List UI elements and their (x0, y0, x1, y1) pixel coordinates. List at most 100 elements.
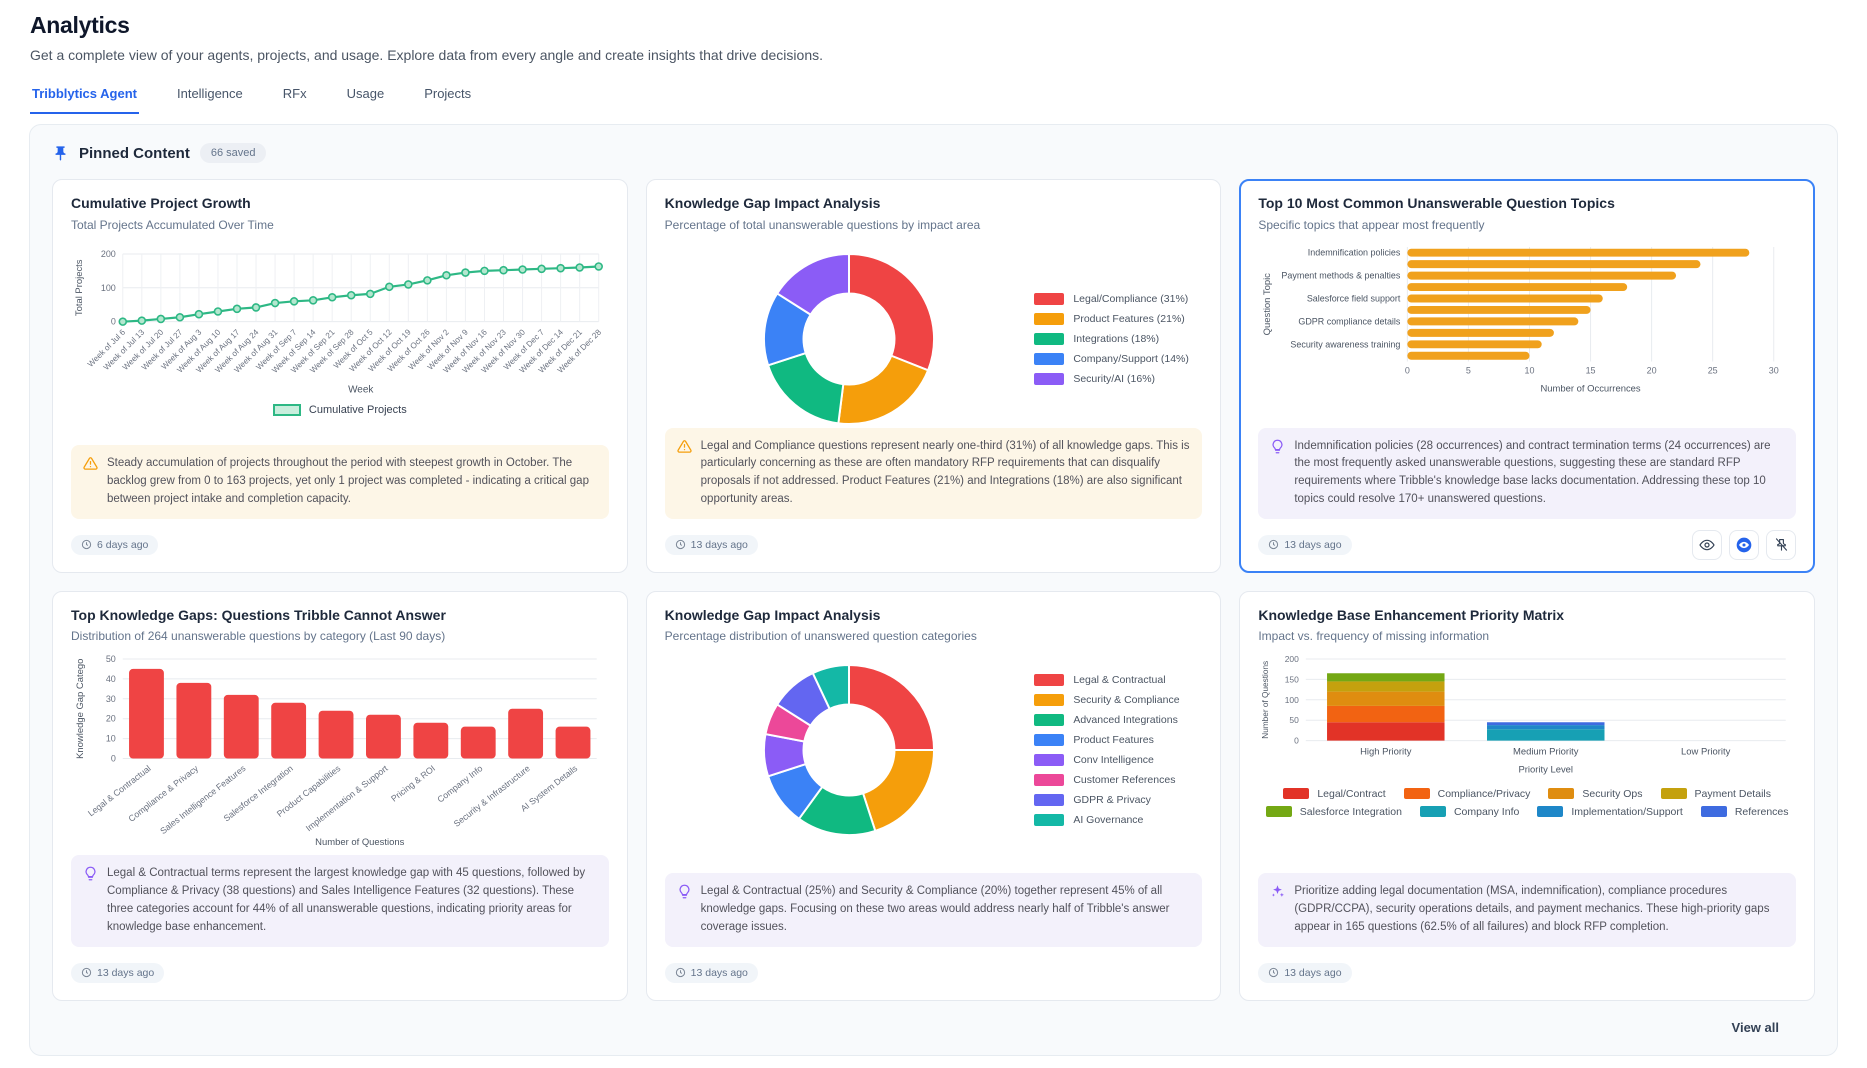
card-subtitle: Total Projects Accumulated Over Time (71, 218, 609, 232)
svg-text:Indemnification policies: Indemnification policies (1308, 247, 1401, 257)
legend-item: Payment Details (1661, 788, 1771, 800)
legend-label: Legal/Compliance (31%) (1073, 293, 1188, 305)
bar (1408, 340, 1542, 348)
data-point (195, 310, 202, 317)
ai-view-button[interactable] (1729, 530, 1759, 560)
pinned-card[interactable]: Cumulative Project GrowthTotal Projects … (52, 179, 628, 573)
pushpin-icon (52, 145, 69, 162)
donut-slice (864, 750, 935, 831)
pinned-card[interactable]: Top 10 Most Common Unanswerable Question… (1239, 179, 1815, 573)
card-footer: 13 days ago (1258, 530, 1796, 560)
svg-text:Medium Priority: Medium Priority (1513, 747, 1579, 758)
card-title: Knowledge Gap Impact Analysis (665, 607, 1203, 625)
legend-swatch (1034, 333, 1064, 345)
tab-intelligence[interactable]: Intelligence (175, 77, 245, 114)
svg-text:Priority Level: Priority Level (1519, 765, 1574, 776)
legend-item: Product Features (21%) (1034, 313, 1200, 325)
card-chart: Legal/Compliance (31%) Product Features (… (665, 242, 1203, 428)
svg-text:100: 100 (1285, 695, 1299, 705)
pinned-card[interactable]: Knowledge Gap Impact AnalysisPercentage … (646, 179, 1222, 573)
legend-swatch (1034, 674, 1064, 686)
timestamp-badge: 13 days ago (665, 535, 758, 555)
timestamp-text: 13 days ago (691, 967, 748, 979)
svg-text:25: 25 (1708, 365, 1718, 375)
pinned-card[interactable]: Knowledge Base Enhancement Priority Matr… (1239, 591, 1815, 1001)
data-point (253, 303, 260, 310)
legend-swatch (1283, 788, 1309, 799)
chart-legend: Legal/ContractCompliance/PrivacySecurity… (1258, 788, 1796, 818)
legend-swatch (1537, 806, 1563, 817)
card-subtitle: Percentage of total unanswerable questio… (665, 218, 1203, 232)
data-point (576, 264, 583, 271)
legend-label: AI Governance (1073, 814, 1143, 826)
legend-swatch (1034, 313, 1064, 325)
insight-text: Legal and Compliance questions represent… (701, 438, 1191, 509)
pinned-card[interactable]: Top Knowledge Gaps: Questions Tribble Ca… (52, 591, 628, 1001)
tab-usage[interactable]: Usage (345, 77, 387, 114)
card-chart: Legal & ContractualSecurity & Compliance… (665, 653, 1203, 839)
clock-icon (1268, 539, 1279, 550)
lightbulb-icon (677, 884, 692, 906)
legend-item: Company/Support (14%) (1034, 353, 1200, 365)
data-point (329, 293, 336, 300)
bar (129, 669, 164, 759)
view-all-button[interactable]: View all (1722, 1014, 1789, 1041)
card-chart: 0100200Total ProjectsWeek of Jul 6Week o… (71, 242, 609, 416)
legend-item: Product Features (1034, 734, 1200, 746)
tab-tribblytics-agent[interactable]: Tribblytics Agent (30, 77, 139, 114)
legend-label: Legal/Contract (1317, 788, 1385, 800)
card-chart: 050100150200High PriorityMedium Priority… (1258, 653, 1796, 817)
data-point (176, 313, 183, 320)
page-title: Analytics (30, 12, 1837, 39)
legend-swatch (273, 404, 301, 416)
legend-label: Payment Details (1695, 788, 1771, 800)
data-point (481, 267, 488, 274)
data-point (538, 265, 545, 272)
lightbulb-icon (83, 866, 98, 888)
legend-label: Company Info (1454, 806, 1519, 818)
legend-swatch (1266, 806, 1292, 817)
donut-slice (849, 253, 934, 369)
svg-text:High Priority: High Priority (1360, 747, 1412, 758)
svg-text:10: 10 (106, 734, 116, 744)
legend-item: Conv Intelligence (1034, 754, 1200, 766)
tab-rfx[interactable]: RFx (281, 77, 309, 114)
donut-slice (839, 355, 929, 423)
card-title: Top Knowledge Gaps: Questions Tribble Ca… (71, 607, 609, 625)
bar (1408, 317, 1579, 325)
insight-text: Prioritize adding legal documentation (M… (1294, 883, 1784, 936)
legend-label: Implementation/Support (1571, 806, 1682, 818)
legend-label: Cumulative Projects (309, 404, 407, 416)
svg-text:Security awareness training: Security awareness training (1291, 339, 1401, 349)
card-subtitle: Specific topics that appear most frequen… (1258, 218, 1796, 232)
unpin-button[interactable] (1766, 530, 1796, 560)
legend-label: Advanced Integrations (1073, 714, 1178, 726)
svg-text:50: 50 (1290, 715, 1300, 725)
svg-text:50: 50 (106, 654, 116, 664)
pinned-card[interactable]: Knowledge Gap Impact AnalysisPercentage … (646, 591, 1222, 1001)
clock-icon (81, 967, 92, 978)
data-point (272, 299, 279, 306)
legend-item: References (1701, 806, 1789, 818)
data-point (291, 297, 298, 304)
data-point (367, 290, 374, 297)
bar (1408, 248, 1750, 256)
insight-text: Legal & Contractual terms represent the … (107, 865, 597, 936)
legend-item: Legal/Compliance (31%) (1034, 293, 1200, 305)
insight-box: Prioritize adding legal documentation (M… (1258, 873, 1796, 946)
card-footer: 13 days ago (71, 958, 609, 988)
data-point (500, 266, 507, 273)
tab-projects[interactable]: Projects (422, 77, 473, 114)
legend-label: GDPR & Privacy (1073, 794, 1151, 806)
svg-text:200: 200 (101, 248, 116, 258)
legend-item: Salesforce Integration (1266, 806, 1402, 818)
insight-box: Legal & Contractual (25%) and Security &… (665, 873, 1203, 946)
bar (508, 709, 543, 759)
legend-item: Security Ops (1548, 788, 1642, 800)
bar (1408, 271, 1677, 279)
legend-item: Legal/Contract (1283, 788, 1385, 800)
chart-legend: Legal & ContractualSecurity & Compliance… (1034, 674, 1202, 826)
view-button[interactable] (1692, 530, 1722, 560)
data-point (443, 271, 450, 278)
data-point (462, 269, 469, 276)
